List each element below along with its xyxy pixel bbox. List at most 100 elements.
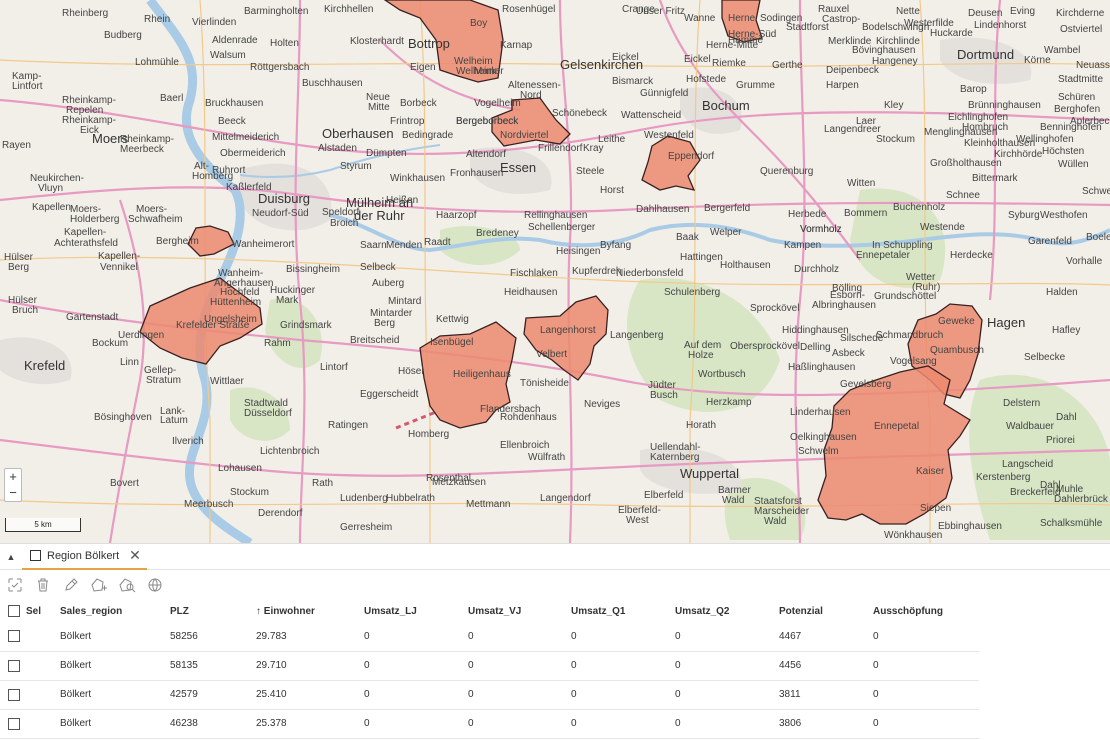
table-cell: 0 — [468, 709, 571, 739]
place-label: Wattenscheid — [621, 110, 682, 121]
header-select[interactable]: Sel — [0, 600, 60, 622]
place-label: Syburg — [1008, 210, 1040, 221]
table-cell: 4456 — [779, 651, 873, 681]
place-label: Dahl — [1056, 412, 1077, 423]
zoom-out-button[interactable]: − — [5, 485, 21, 501]
row-checkbox[interactable] — [8, 630, 20, 643]
place-label: Winkhausen — [390, 173, 446, 184]
select-all-icon[interactable] — [6, 576, 24, 594]
close-tab-icon[interactable]: ✕ — [129, 547, 141, 564]
place-label: Röttgersbach — [250, 62, 310, 73]
tab-checkbox[interactable] — [30, 550, 41, 561]
row-checkbox[interactable] — [8, 688, 20, 701]
place-label: Heidhausen — [504, 287, 558, 298]
table-row[interactable]: Bölkert 58256 29.783 0 0 0 0 4467 0 — [0, 622, 979, 652]
row-select-cell[interactable] — [0, 651, 60, 681]
table-cell: 4467 — [779, 622, 873, 652]
place-label: Rosenhügel — [502, 4, 556, 15]
header-umsatz-q1[interactable]: Umsatz_Q1 — [571, 600, 675, 622]
tab-region-boelkert[interactable]: Region Bölkert ✕ — [22, 544, 147, 570]
city-label: Dortmund — [957, 47, 1015, 62]
row-select-cell[interactable] — [0, 680, 60, 710]
place-label: Lohmühle — [135, 57, 179, 68]
place-label: Herbede — [788, 209, 827, 220]
row-checkbox[interactable] — [8, 659, 20, 672]
table-cell: 0 — [364, 709, 468, 739]
place-label: Lohausen — [218, 463, 262, 474]
map-view[interactable]: Rheinberg Rhein Budberg Vierlinden Barmingho… — [0, 0, 1110, 543]
select-all-checkbox[interactable] — [8, 605, 20, 617]
place-label: Alstaden — [318, 143, 357, 154]
place-label: Priorei — [1046, 435, 1075, 446]
table-header-row: Sel Sales_region PLZ ↑ Einwohner Umsatz_… — [0, 600, 979, 622]
table-cell: 0 — [873, 680, 979, 710]
header-umsatz-q2[interactable]: Umsatz_Q2 — [675, 600, 779, 622]
place-label: Westenfeld — [644, 130, 694, 141]
header-einwohner[interactable]: ↑ Einwohner — [256, 600, 364, 622]
table-cell: Bölkert — [60, 709, 170, 739]
row-select-cell[interactable] — [0, 709, 60, 739]
place-label: Westhofen — [1040, 210, 1088, 221]
place-label: Barop — [960, 84, 987, 95]
place-label: Lintorf — [320, 362, 348, 373]
place-label: Brünninghausen — [968, 100, 1041, 111]
place-label: Witten — [847, 178, 876, 189]
table-row[interactable]: Bölkert 42579 25.410 0 0 0 0 3811 0 — [0, 680, 979, 710]
place-label: Ostviertel — [1060, 24, 1103, 35]
place-label: Krefelder Straße — [176, 320, 250, 331]
place-label: Ennepetal — [874, 421, 920, 432]
row-checkbox[interactable] — [8, 717, 20, 730]
edit-icon[interactable] — [62, 576, 80, 594]
place-label: Waldbauer — [1006, 421, 1054, 432]
zoom-control: + − — [4, 468, 22, 502]
place-label: Horst — [600, 185, 624, 196]
place-label: Derendorf — [258, 508, 303, 519]
header-sales-region[interactable]: Sales_region — [60, 600, 170, 622]
table-cell: 0 — [873, 709, 979, 739]
add-region-icon[interactable] — [90, 576, 108, 594]
globe-icon[interactable] — [146, 576, 164, 594]
place-label: Borbeck — [400, 98, 437, 109]
place-label: Auberg — [372, 278, 405, 289]
header-umsatz-lj[interactable]: Umsatz_LJ — [364, 600, 468, 622]
place-label: Rellinghausen — [524, 210, 588, 221]
result-panel: ▲ Region Bölkert ✕ Sel Sales_region PLZ … — [0, 543, 1110, 740]
table-cell: Bölkert — [60, 680, 170, 710]
place-label: Holten — [270, 38, 299, 49]
collapse-panel-icon[interactable]: ▲ — [0, 552, 22, 562]
place-label: Berghofen — [1054, 104, 1101, 115]
place-label: Rohdenhaus — [500, 412, 557, 423]
table-cell: 0 — [675, 651, 779, 681]
place-label: Haarzopf — [436, 210, 477, 221]
table-row[interactable]: Bölkert 58135 29.710 0 0 0 0 4456 0 — [0, 651, 979, 681]
place-label: Barmingholten — [244, 6, 309, 17]
delete-icon[interactable] — [34, 576, 52, 594]
zoom-in-button[interactable]: + — [5, 469, 21, 485]
table-cell: 0 — [675, 622, 779, 652]
place-label: Kupferdreh — [572, 266, 622, 277]
place-label: Achterathsfeld — [54, 238, 118, 249]
row-select-cell[interactable] — [0, 622, 60, 652]
table-cell: Bölkert — [60, 622, 170, 652]
place-label: Schmandbruch — [876, 330, 944, 341]
zoom-to-region-icon[interactable] — [118, 576, 136, 594]
place-label: Langendorf — [540, 493, 591, 504]
header-ausschoepfung[interactable]: Ausschöpfung — [873, 600, 979, 622]
place-label: Baak — [676, 232, 699, 243]
place-label: Homberg — [192, 171, 234, 182]
place-label: Kapellen- — [98, 251, 141, 262]
place-label: Kettwig — [436, 314, 469, 325]
place-label: Neuasseln — [1076, 60, 1110, 71]
header-plz[interactable]: PLZ — [170, 600, 256, 622]
place-label: Heiligenhaus — [453, 369, 511, 380]
place-label: Busch — [650, 390, 678, 401]
place-label: Herne — [728, 13, 756, 24]
place-label: Wanne — [684, 13, 716, 24]
table-row[interactable]: Bölkert 46238 25.378 0 0 0 0 3806 0 — [0, 709, 979, 739]
place-label: Bergheim — [156, 236, 199, 247]
header-umsatz-vj[interactable]: Umsatz_VJ — [468, 600, 571, 622]
place-label: Selbeck — [360, 262, 396, 273]
place-label: Querenburg — [760, 166, 814, 177]
place-label: Sprockövel — [750, 303, 800, 314]
header-potenzial[interactable]: Potenzial — [779, 600, 873, 622]
